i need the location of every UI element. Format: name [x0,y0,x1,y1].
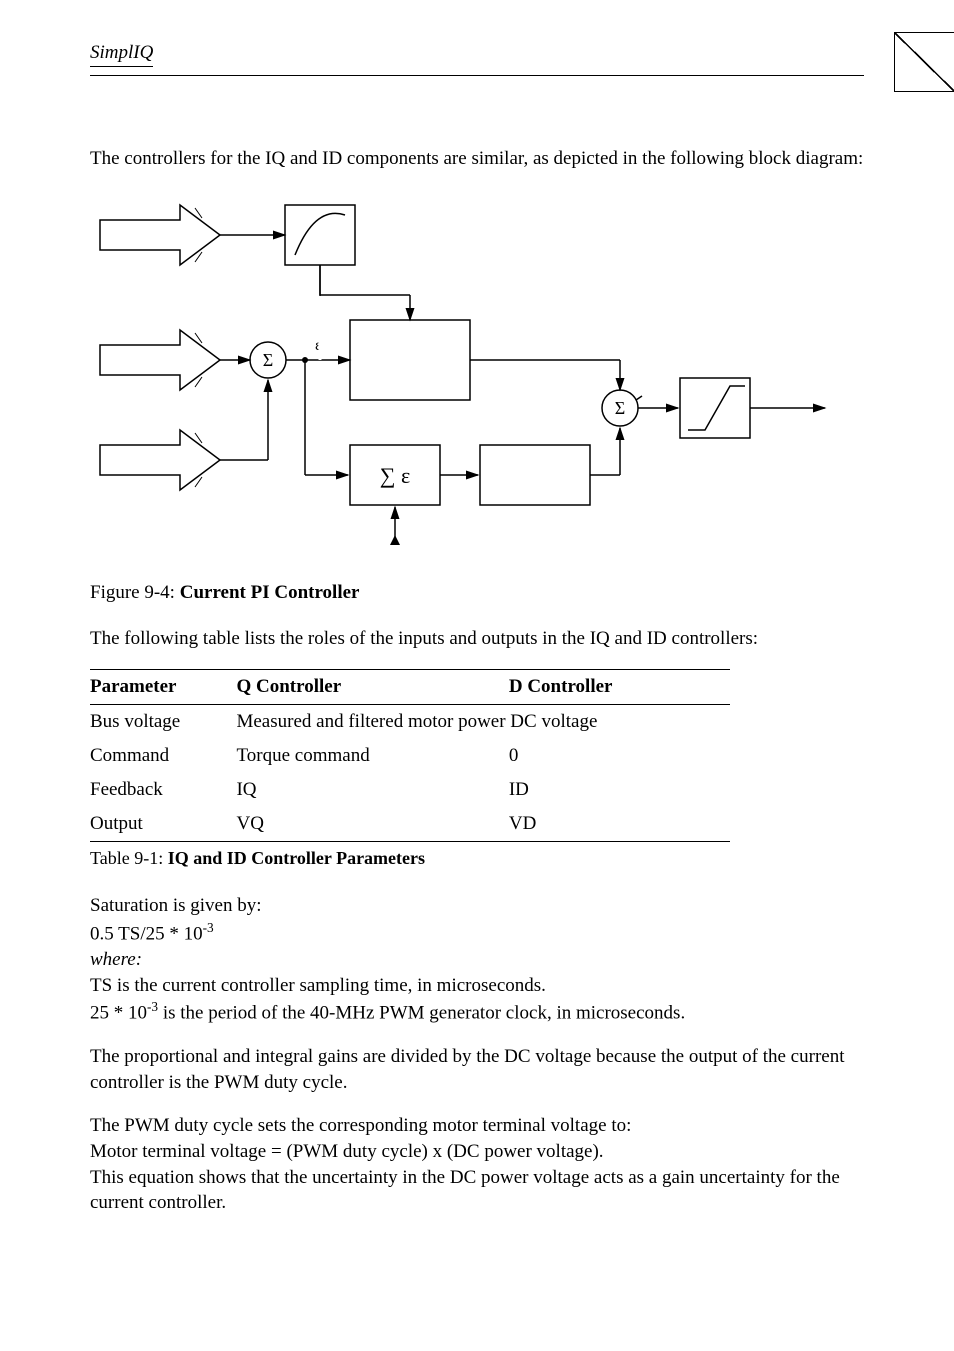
table-row: Command Torque command 0 [90,739,730,773]
header-rule: SimplIQ [90,42,864,76]
sigma-label-2: Σ [615,398,625,418]
sat-where: where: [90,949,142,970]
page-corner-fold [894,32,954,92]
input-arrow-command [100,330,220,390]
table-caption-title: IQ and ID Controller Parameters [168,848,425,868]
table-row: Output VQ VD [90,807,730,842]
table-intro: The following table lists the roles of t… [90,626,864,652]
controller-params-table: Parameter Q Controller D Controller Bus … [90,669,730,842]
cell-d: 0 [509,739,730,773]
pwm-line3: This equation shows that the uncertainty… [90,1167,840,1214]
cell-param: Feedback [90,773,236,807]
gain-block [350,320,470,400]
table-caption-label: Table 9-1: [90,848,168,868]
filter-block [285,205,355,265]
sat-formula-base: 0.5 TS/25 * 10 [90,923,203,944]
cell-d: ID [509,773,730,807]
pwm-line1: The PWM duty cycle sets the correspondin… [90,1115,631,1136]
input-arrow-feedback [100,430,220,490]
figure-caption: Figure 9-4: Current PI Controller [90,582,864,604]
sat-period-exp: -3 [147,999,158,1014]
cell-param: Command [90,739,236,773]
figure-caption-title: Current PI Controller [180,582,360,603]
col-q-controller: Q Controller [236,670,508,705]
cell-value: Measured and filtered motor power DC vol… [236,705,730,740]
sat-formula-exp: -3 [203,920,214,935]
running-head: SimplIQ [90,42,153,67]
sat-period-b: is the period of the 40-MHz PWM generato… [158,1003,685,1024]
pwm-line2: Motor terminal voltage = (PWM duty cycle… [90,1141,604,1162]
saturation-paragraph: Saturation is given by: 0.5 TS/25 * 10-3… [90,893,864,1026]
figure-caption-label: Figure 9-4: [90,582,180,603]
cell-param: Output [90,807,236,842]
table-caption: Table 9-1: IQ and ID Controller Paramete… [90,848,864,869]
sat-period-a: 25 * 10 [90,1003,147,1024]
intro-paragraph: The controllers for the IQ and ID compon… [90,146,864,172]
cell-q: Torque command [236,739,508,773]
table-header-row: Parameter Q Controller D Controller [90,670,730,705]
page-content: SimplIQ The controllers for the IQ and I… [0,0,954,1294]
cell-d: VD [509,807,730,842]
col-d-controller: D Controller [509,670,730,705]
integral-gain-block [480,445,590,505]
saturation-block [680,378,750,438]
sigma-label-1: Σ [263,350,273,370]
table-row: Feedback IQ ID [90,773,730,807]
cell-param: Bus voltage [90,705,236,740]
input-arrow-bus [100,205,220,265]
cell-q: VQ [236,807,508,842]
col-parameter: Parameter [90,670,236,705]
sat-ts: TS is the current controller sampling ti… [90,975,546,996]
block-diagram-svg: Σ ε [90,190,830,550]
gain-paragraph: The proportional and integral gains are … [90,1044,864,1095]
block-diagram-figure: Σ ε [90,190,864,556]
sat-line1: Saturation is given by: [90,895,262,916]
cell-q: IQ [236,773,508,807]
table-row: Bus voltage Measured and filtered motor … [90,705,730,740]
sum-eps-label: ∑ ε [380,463,410,488]
pwm-paragraph: The PWM duty cycle sets the correspondin… [90,1113,864,1216]
